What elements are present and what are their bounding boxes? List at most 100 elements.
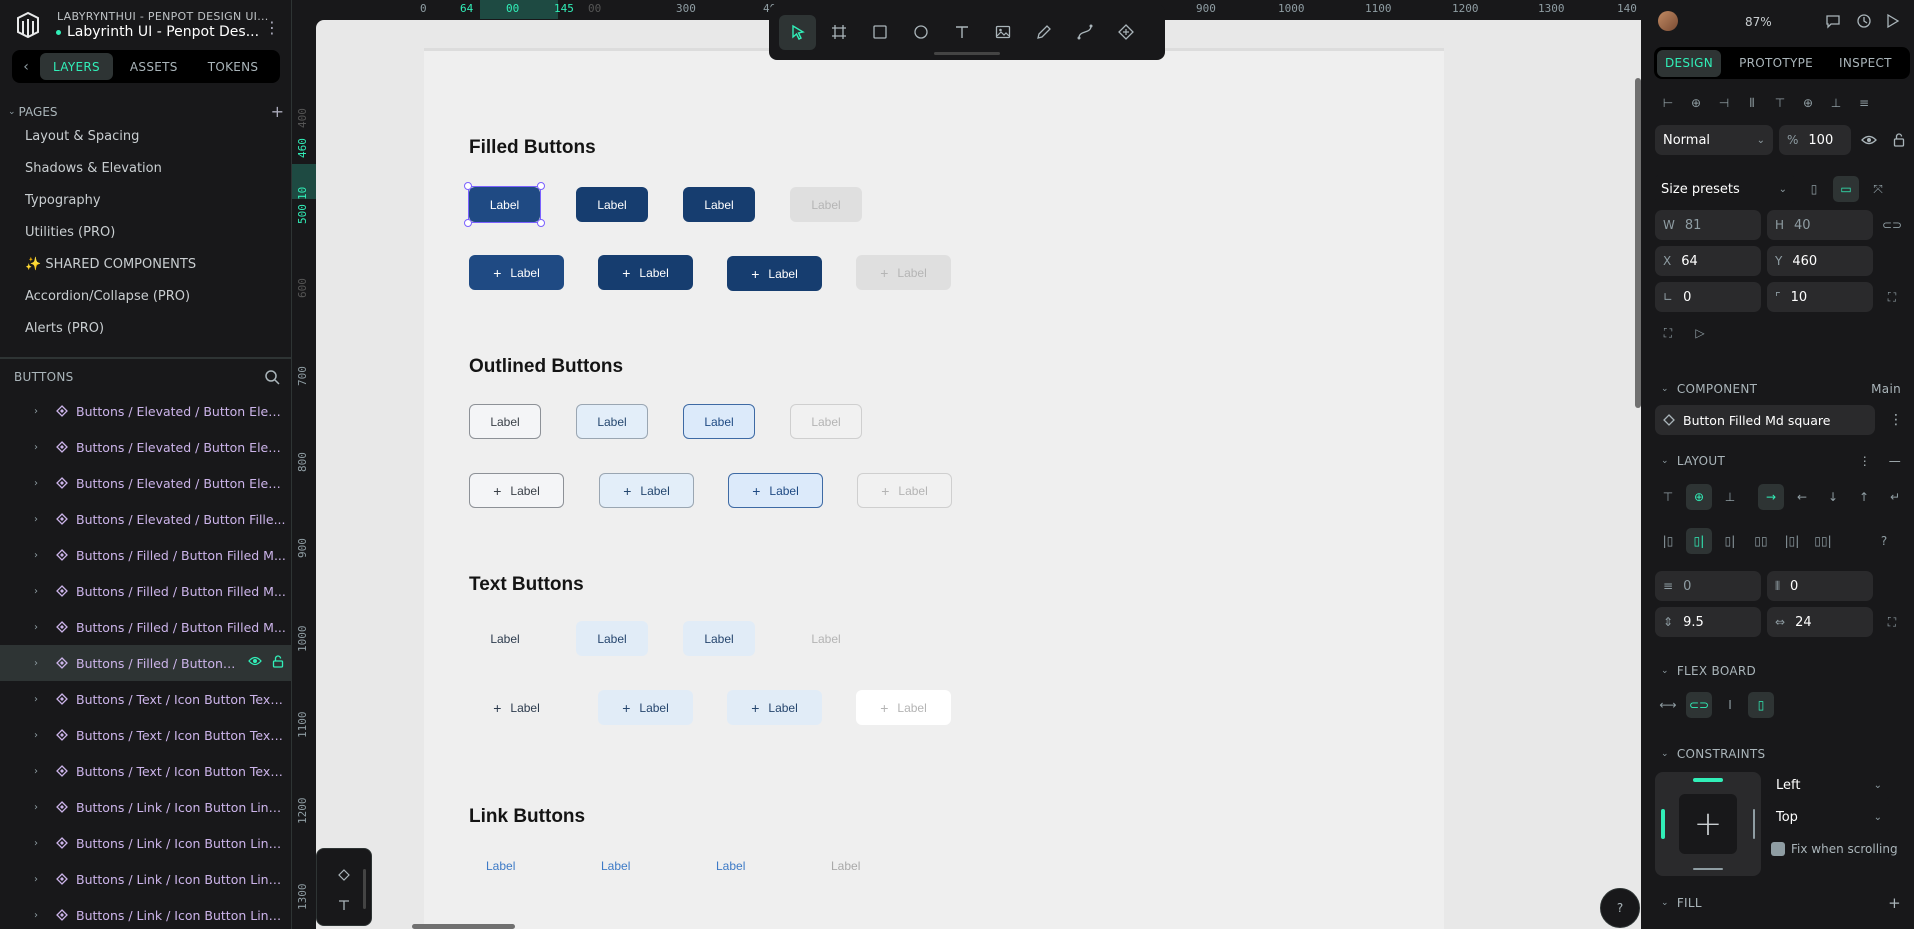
independent-padding-icon[interactable]: ⛶ xyxy=(1879,609,1905,635)
section-title-link[interactable]: Link Buttons xyxy=(469,806,585,828)
section-title-filled[interactable]: Filled Buttons xyxy=(469,137,596,159)
text-icon[interactable] xyxy=(338,899,350,911)
chevron-right-icon[interactable]: › xyxy=(34,514,44,525)
resize-handle[interactable] xyxy=(464,182,472,190)
lock-ratio-icon[interactable]: ⊂⊃ xyxy=(1879,212,1905,238)
resize-handle[interactable] xyxy=(464,219,472,227)
layer-row[interactable]: › Buttons / Link / Icon Button Link... xyxy=(0,897,291,929)
text-button-disabled[interactable]: Label xyxy=(790,621,862,656)
constraint-vertical-select[interactable]: Top ⌄ xyxy=(1768,802,1890,832)
layer-row[interactable]: › Buttons / Elevated / Button Elev... xyxy=(0,465,291,501)
link-button[interactable]: Label xyxy=(486,859,515,873)
horizontal-scrollbar[interactable] xyxy=(412,924,515,929)
distribute-v-icon[interactable]: ≡ xyxy=(1851,90,1877,116)
remove-layout-icon[interactable]: — xyxy=(1889,454,1901,468)
ellipse-tool-button[interactable] xyxy=(902,15,939,50)
row-gap-input[interactable]: ≡ 0 xyxy=(1655,571,1761,601)
show-in-view-icon[interactable]: ▷ xyxy=(1687,320,1713,346)
clip-content-icon[interactable]: ⛶ xyxy=(1655,320,1681,346)
design-board[interactable]: Filled Buttons Label Label Label Label +… xyxy=(424,48,1444,929)
filled-icon-button[interactable]: + Label xyxy=(727,256,822,291)
fix-height-icon[interactable]: I xyxy=(1717,692,1743,718)
layer-row-selected[interactable]: › Buttons / Filled / Button ... xyxy=(0,645,291,681)
chevron-right-icon[interactable]: › xyxy=(34,406,44,417)
layer-row[interactable]: › Buttons / Filled / Button Filled M... xyxy=(0,573,291,609)
auto-width-icon[interactable]: ⊂⊃ xyxy=(1686,692,1712,718)
layer-row[interactable]: › Buttons / Elevated / Button Fille... xyxy=(0,501,291,537)
penpot-logo-icon[interactable] xyxy=(14,10,42,40)
more-vertical-icon[interactable]: ⋮ xyxy=(1859,454,1871,468)
size-presets-select[interactable]: Size presets ⌄ xyxy=(1655,174,1795,204)
history-icon[interactable] xyxy=(338,869,350,881)
component-name-field[interactable]: Button Filled Md square xyxy=(1655,405,1875,435)
unlock-icon[interactable] xyxy=(1893,133,1905,147)
toolbar-drag-handle[interactable] xyxy=(934,52,1000,55)
resize-handle[interactable] xyxy=(537,219,545,227)
tab-prototype[interactable]: PROTOTYPE xyxy=(1731,50,1821,77)
direction-column-reverse-icon[interactable]: ↑ xyxy=(1851,484,1877,510)
chevron-right-icon[interactable]: › xyxy=(34,910,44,921)
outlined-icon-button-disabled[interactable]: + Label xyxy=(857,473,952,508)
chevron-right-icon[interactable]: › xyxy=(34,766,44,777)
chevron-right-icon[interactable]: › xyxy=(34,694,44,705)
align-top-icon[interactable]: ⊤ xyxy=(1767,90,1793,116)
tab-assets[interactable]: ASSETS xyxy=(117,53,191,80)
component-section-header[interactable]: ⌄ COMPONENT Main xyxy=(1661,382,1901,396)
chevron-right-icon[interactable]: › xyxy=(34,622,44,633)
page-item[interactable]: Shadows & Elevation xyxy=(0,156,291,188)
help-button[interactable]: ? xyxy=(1600,888,1640,928)
eye-icon[interactable] xyxy=(248,655,262,667)
align-items-center-icon[interactable]: ⊕ xyxy=(1686,484,1712,510)
constraint-horizontal-select[interactable]: Left ⌄ xyxy=(1768,770,1890,800)
checkbox-icon[interactable] xyxy=(1771,842,1785,856)
align-center-h-icon[interactable]: ⊕ xyxy=(1683,90,1709,116)
align-bottom-icon[interactable]: ⊥ xyxy=(1823,90,1849,116)
chevron-right-icon[interactable]: › xyxy=(34,874,44,885)
height-input[interactable]: H 40 xyxy=(1767,210,1873,240)
project-name[interactable]: Labyrinth UI - Penpot Des... xyxy=(56,24,259,40)
outlined-icon-button-active[interactable]: + Label xyxy=(728,473,823,508)
layer-row[interactable]: › Buttons / Text / Icon Button Text ... xyxy=(0,681,291,717)
text-button-hover[interactable]: Label xyxy=(576,621,648,656)
more-vertical-icon[interactable]: ⋮ xyxy=(264,18,280,37)
eye-icon[interactable] xyxy=(1861,134,1877,146)
justify-evenly-icon[interactable]: ▯▯| xyxy=(1810,528,1836,554)
tab-layers[interactable]: LAYERS xyxy=(40,53,113,80)
justify-start-icon[interactable]: |▯ xyxy=(1655,528,1681,554)
zoom-level[interactable]: 87% xyxy=(1745,15,1772,29)
path-tool-button[interactable] xyxy=(1066,15,1103,50)
search-icon[interactable] xyxy=(264,369,280,385)
layer-row[interactable]: › Buttons / Link / Icon Button Link... xyxy=(0,825,291,861)
justify-center-icon[interactable]: ▯| xyxy=(1686,528,1712,554)
text-icon-button-disabled[interactable]: + Label xyxy=(856,690,951,725)
canvas-area[interactable]: 0 64 00 145 00 300 400 500 600 700 800 9… xyxy=(292,0,1641,929)
filled-button-disabled[interactable]: Label xyxy=(790,187,862,222)
constraint-bottom-bar[interactable] xyxy=(1693,868,1723,870)
padding-vertical-input[interactable]: ⇕ 9.5 xyxy=(1655,607,1761,637)
landscape-icon[interactable]: ▭ xyxy=(1833,176,1859,202)
layer-row[interactable]: › Buttons / Link / Icon Button Link... xyxy=(0,861,291,897)
history-icon[interactable] xyxy=(1856,13,1872,29)
distribute-h-icon[interactable]: ⫴ xyxy=(1739,90,1765,116)
chevron-right-icon[interactable]: › xyxy=(34,730,44,741)
align-items-end-icon[interactable]: ⊥ xyxy=(1717,484,1743,510)
image-tool-button[interactable] xyxy=(984,15,1021,50)
avatar[interactable] xyxy=(1658,11,1678,31)
text-icon-button-hover[interactable]: + Label xyxy=(598,690,693,725)
justify-end-icon[interactable]: ▯| xyxy=(1717,528,1743,554)
rotation-input[interactable]: ∟ 0 xyxy=(1655,282,1761,312)
y-input[interactable]: Y 460 xyxy=(1767,246,1873,276)
layer-row[interactable]: › Buttons / Link / Icon Button Link... xyxy=(0,789,291,825)
layer-row[interactable]: › Buttons / Text / Icon Button Text ... xyxy=(0,717,291,753)
help-circle-icon[interactable]: ? xyxy=(1871,528,1897,554)
justify-between-icon[interactable]: ▯▯ xyxy=(1748,528,1774,554)
page-item[interactable]: Accordion/Collapse (PRO) xyxy=(0,284,291,316)
constraint-top-bar[interactable] xyxy=(1693,778,1723,782)
add-fill-icon[interactable]: + xyxy=(1888,894,1901,912)
constraint-center-icon[interactable]: + xyxy=(1679,794,1737,854)
justify-around-icon[interactable]: |▯| xyxy=(1779,528,1805,554)
chevron-right-icon[interactable]: › xyxy=(34,802,44,813)
chevron-right-icon[interactable]: › xyxy=(34,478,44,489)
add-page-icon[interactable]: + xyxy=(271,102,284,121)
board-tool-button[interactable] xyxy=(820,15,857,50)
